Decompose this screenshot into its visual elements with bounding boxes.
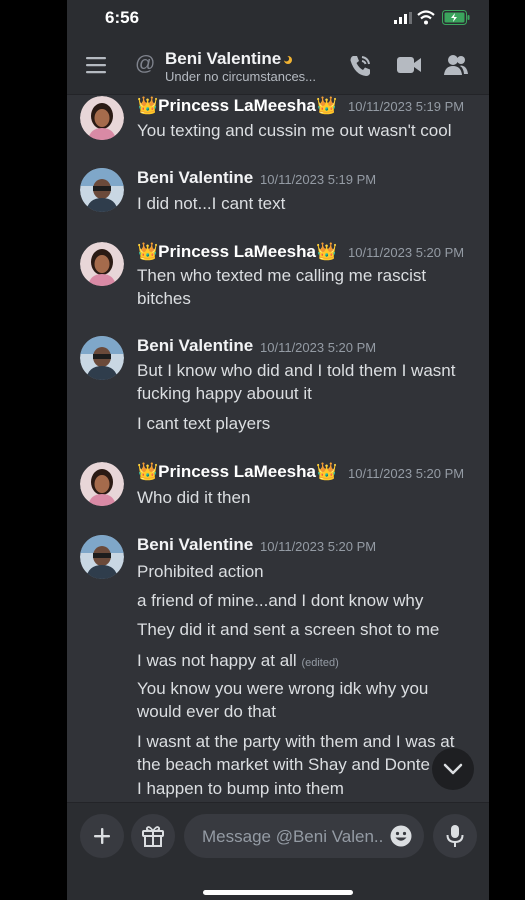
avatar[interactable] <box>80 242 124 286</box>
message-author[interactable]: Beni Valentine <box>137 336 253 356</box>
avatar[interactable] <box>80 336 124 380</box>
cell-signal-icon <box>394 12 412 24</box>
message-text: Then who texted me calling me rascist bi… <box>137 266 427 308</box>
message-author[interactable]: Beni Valentine <box>137 535 253 555</box>
avatar[interactable] <box>80 535 124 579</box>
avatar[interactable] <box>80 96 124 140</box>
discord-dm-screen: 6:56 @ Beni Valentine Under no circumsta… <box>67 0 489 900</box>
add-attachment-button[interactable] <box>80 814 124 858</box>
wifi-icon <box>417 10 435 25</box>
message-composer <box>67 802 489 900</box>
edited-label: (edited) <box>301 657 339 669</box>
idle-moon-icon <box>284 56 292 64</box>
message-text: You know you were wrong idk why you woul… <box>137 679 429 721</box>
message-text: I did not...I cant text <box>137 194 286 213</box>
message-input-container[interactable] <box>184 814 424 860</box>
avatar[interactable] <box>80 168 124 212</box>
message-author[interactable]: 👑Princess LaMeesha👑 <box>137 462 337 482</box>
home-indicator <box>203 890 353 895</box>
at-sign-icon: @ <box>135 53 156 75</box>
gift-button[interactable] <box>131 814 175 858</box>
chevron-down-icon <box>443 763 463 775</box>
message-timestamp: 10/11/2023 5:20 PM <box>260 340 377 355</box>
message-text: You texting and cussin me out wasn't coo… <box>137 121 452 140</box>
message-timestamp: 10/11/2023 5:20 PM <box>348 466 465 481</box>
message-text: I was not happy at all (edited) <box>137 649 477 675</box>
emoji-icon[interactable] <box>390 825 412 847</box>
dm-recipient-name[interactable]: Beni Valentine <box>165 49 281 69</box>
message-text: Who did it then <box>137 488 251 507</box>
message-text: a friend of mine...and I dont know why <box>137 591 424 610</box>
voice-message-button[interactable] <box>433 814 477 858</box>
message-author[interactable]: Beni Valentine <box>137 168 253 188</box>
gift-icon <box>142 826 164 847</box>
jump-to-present-button[interactable] <box>432 748 474 790</box>
hamburger-menu-icon[interactable] <box>86 56 108 74</box>
phone-call-icon[interactable] <box>347 53 373 79</box>
dm-recipient-status: Under no circumstances... <box>165 69 317 84</box>
message-text: I cant text players <box>137 414 271 433</box>
status-time: 6:56 <box>105 8 140 27</box>
message-author[interactable]: 👑Princess LaMeesha👑 <box>137 96 337 116</box>
avatar[interactable] <box>80 462 124 506</box>
status-bar: 6:56 <box>67 0 489 36</box>
video-camera-icon[interactable] <box>397 56 421 74</box>
message-list[interactable]: 👑Princess LaMeesha👑 10/11/2023 5:19 PM Y… <box>67 94 489 802</box>
message-author[interactable]: 👑Princess LaMeesha👑 <box>137 242 337 262</box>
plus-icon <box>94 828 110 844</box>
message-timestamp: 10/11/2023 5:19 PM <box>260 172 377 187</box>
message-text-content: I was not happy at all <box>137 651 297 670</box>
channel-header: @ Beni Valentine Under no circumstances.… <box>67 36 489 95</box>
message-input[interactable] <box>200 814 384 860</box>
message-timestamp: 10/11/2023 5:20 PM <box>348 245 465 260</box>
message-text: They did it and sent a screen shot to me <box>137 620 440 639</box>
message-text: I wasnt at the party with them and I was… <box>137 732 455 774</box>
message-timestamp: 10/11/2023 5:20 PM <box>260 539 377 554</box>
message-timestamp: 10/11/2023 5:19 PM <box>348 99 465 114</box>
message-text: I happen to bump into them <box>137 779 344 798</box>
message-text: Prohibited action <box>137 562 264 581</box>
battery-charging-icon <box>442 10 470 25</box>
microphone-icon <box>446 825 464 847</box>
message-text: But I know who did and I told them I was… <box>137 361 456 403</box>
user-profile-icon[interactable] <box>444 53 468 77</box>
